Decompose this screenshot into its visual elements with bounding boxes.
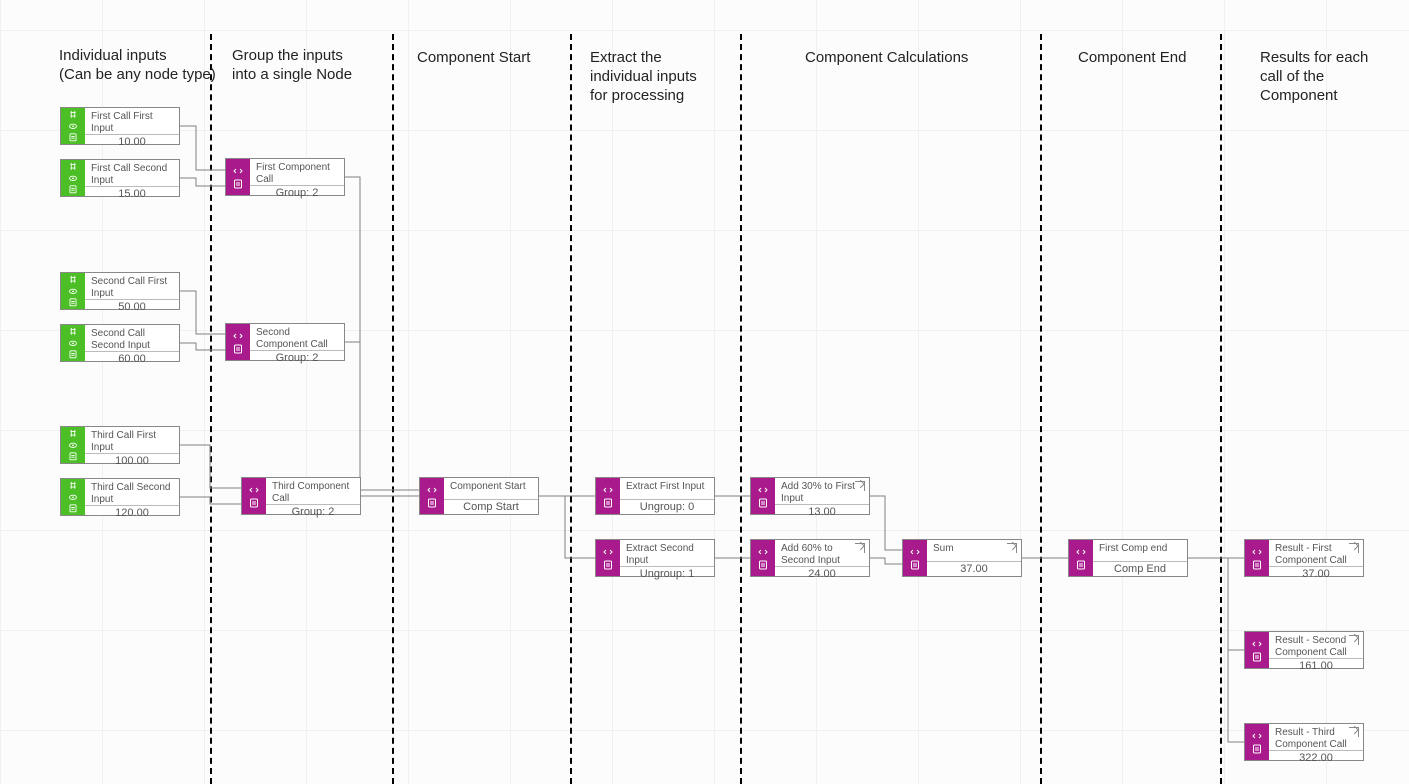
node-label: First Comp end — [1099, 543, 1181, 555]
node-label: Result - Third Component Call — [1275, 727, 1357, 750]
section-divider — [1220, 34, 1222, 784]
calc-node[interactable]: Add 30% to First Input13.00 — [750, 477, 870, 515]
node-label: Third Component Call — [272, 481, 354, 504]
node-value: 24.00 — [775, 566, 869, 581]
node-label: First Component Call — [256, 162, 338, 185]
code-badge-icon — [1245, 724, 1269, 760]
code-badge-icon — [596, 540, 620, 576]
node-value: 322.00 — [1269, 750, 1363, 765]
node-value: Ungroup: 0 — [620, 499, 714, 514]
node-value: 60.00 — [85, 351, 179, 366]
node-value: 37.00 — [927, 561, 1021, 576]
node-value: Group: 2 — [250, 185, 344, 200]
code-badge-icon — [242, 478, 266, 514]
section-divider — [570, 34, 572, 784]
node-label: First Call First Input — [91, 111, 173, 134]
code-badge-icon — [226, 324, 250, 360]
section-divider — [740, 34, 742, 784]
code-badge-icon — [1245, 632, 1269, 668]
code-badge-icon — [903, 540, 927, 576]
component-end-node[interactable]: First Comp end Comp End — [1068, 539, 1188, 577]
node-label: Result - Second Component Call — [1275, 635, 1357, 658]
node-value: Group: 2 — [250, 350, 344, 365]
group-node[interactable]: Second Component CallGroup: 2 — [225, 323, 345, 361]
input-node[interactable]: Third Call First Input100.00 — [60, 426, 180, 464]
node-label: Third Call Second Input — [91, 482, 173, 505]
extract-node[interactable]: Extract First Input Ungroup: 0 — [595, 477, 715, 515]
column-header: Component Calculations — [805, 48, 1005, 67]
popout-icon[interactable] — [855, 481, 865, 491]
node-value: Group: 2 — [266, 504, 360, 519]
column-header: Individual inputs(Can be any node type) — [59, 46, 219, 84]
code-badge-icon — [226, 159, 250, 195]
node-label: Extract First Input — [626, 481, 708, 493]
node-label: Add 30% to First Input — [781, 481, 863, 504]
code-badge-icon — [596, 478, 620, 514]
code-badge-icon — [1245, 540, 1269, 576]
node-value: 37.00 — [1269, 566, 1363, 581]
node-label: Add 60% to Second Input — [781, 543, 863, 566]
input-node[interactable]: First Call Second Input15.00 — [60, 159, 180, 197]
number-badge-icon — [61, 325, 85, 361]
node-label: Result - First Component Call — [1275, 543, 1357, 566]
node-label: Third Call First Input — [91, 430, 173, 453]
number-badge-icon — [61, 108, 85, 144]
input-node[interactable]: Second Call Second Input60.00 — [60, 324, 180, 362]
section-divider — [1040, 34, 1042, 784]
node-label: Component Start — [450, 481, 532, 493]
node-label: Second Call First Input — [91, 276, 173, 299]
sum-node[interactable]: Sum 37.00 — [902, 539, 1022, 577]
node-value: 50.00 — [85, 299, 179, 314]
node-label: Sum — [933, 543, 1015, 555]
component-start-node[interactable]: Component Start Comp Start — [419, 477, 539, 515]
code-badge-icon — [751, 478, 775, 514]
number-badge-icon — [61, 273, 85, 309]
column-header: Group the inputsinto a single Node — [232, 46, 392, 84]
node-label: Second Component Call — [256, 327, 338, 350]
input-node[interactable]: First Call First Input 10.00 — [60, 107, 180, 145]
section-divider — [210, 34, 212, 784]
node-value: Ungroup: 1 — [620, 566, 714, 581]
node-value: Comp End — [1093, 561, 1187, 576]
group-node[interactable]: Third Component CallGroup: 2 — [241, 477, 361, 515]
group-node[interactable]: First Component CallGroup: 2 — [225, 158, 345, 196]
number-badge-icon — [61, 427, 85, 463]
code-badge-icon — [420, 478, 444, 514]
popout-icon[interactable] — [1007, 543, 1017, 553]
code-badge-icon — [1069, 540, 1093, 576]
number-badge-icon — [61, 479, 85, 515]
node-value: 15.00 — [85, 186, 179, 201]
extract-node[interactable]: Extract Second InputUngroup: 1 — [595, 539, 715, 577]
column-header: Extract theindividual inputsfor processi… — [590, 48, 750, 106]
node-value: 13.00 — [775, 504, 869, 519]
result-node[interactable]: Result - Third Component Call322.00 — [1244, 723, 1364, 761]
column-header: Component End — [1078, 48, 1238, 67]
popout-icon[interactable] — [1349, 543, 1359, 553]
node-value: 100.00 — [85, 453, 179, 468]
code-badge-icon — [751, 540, 775, 576]
popout-icon[interactable] — [1349, 727, 1359, 737]
calc-node[interactable]: Add 60% to Second Input24.00 — [750, 539, 870, 577]
node-label: Second Call Second Input — [91, 328, 173, 351]
section-divider — [392, 34, 394, 784]
node-value: 161.00 — [1269, 658, 1363, 673]
result-node[interactable]: Result - First Component Call37.00 — [1244, 539, 1364, 577]
node-value: Comp Start — [444, 499, 538, 514]
column-header: Results for eachcall of theComponent — [1260, 48, 1409, 106]
input-node[interactable]: Third Call Second Input120.00 — [60, 478, 180, 516]
popout-icon[interactable] — [1349, 635, 1359, 645]
node-value: 10.00 — [85, 134, 179, 149]
node-label: Extract Second Input — [626, 543, 708, 566]
input-node[interactable]: Second Call First Input50.00 — [60, 272, 180, 310]
number-badge-icon — [61, 160, 85, 196]
node-value: 120.00 — [85, 505, 179, 520]
column-header: Component Start — [417, 48, 577, 67]
result-node[interactable]: Result - Second Component Call161.00 — [1244, 631, 1364, 669]
popout-icon[interactable] — [855, 543, 865, 553]
node-label: First Call Second Input — [91, 163, 173, 186]
